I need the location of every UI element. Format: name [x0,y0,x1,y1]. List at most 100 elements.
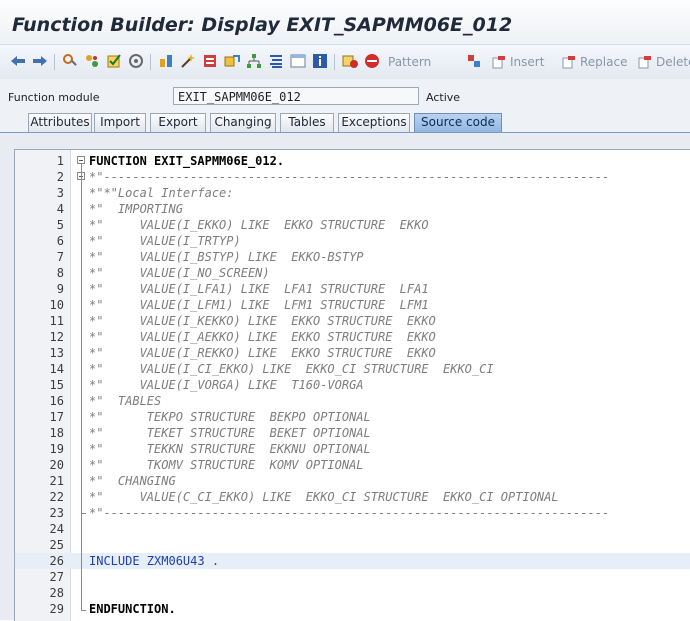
tab-export[interactable]: Export [150,113,206,132]
insert-button[interactable]: Insert [492,53,544,71]
tab-source-code[interactable]: Source code [414,113,502,132]
back-arrow-icon[interactable] [10,53,26,69]
code-text: *" VALUE(I_NO_SCREEN) [89,266,270,280]
code-line[interactable]: 19 *" TEKKN STRUCTURE EKKNU OPTIONAL [15,441,690,457]
replace-button-label: Replace [580,55,628,69]
line-number: 21 [49,474,64,488]
code-line[interactable]: 21 *" CHANGING [15,473,690,489]
code-line[interactable]: 3 *"*"Local Interface: [15,185,690,201]
code-line[interactable]: 17 *" TEKPO STRUCTURE BEKPO OPTIONAL [15,409,690,425]
activate-icon[interactable] [128,53,144,69]
code-line[interactable]: 9 *" VALUE(I_LFA1) LIKE LFA1 STRUCTURE LF… [15,281,690,297]
delete-button-label: Delete [656,55,690,69]
tab-exceptions[interactable]: Exceptions [338,113,410,132]
forward-arrow-icon[interactable] [32,53,48,69]
source-code-editor[interactable]: 1 FUNCTION EXIT_SAPMM06E_012. 2 *"---------… [14,149,690,621]
code-line[interactable]: 1 FUNCTION EXIT_SAPMM06E_012. [15,153,690,169]
code-text: *" VALUE(C_CI_EKKO) LIKE EKKO_CI STRUCTU… [89,490,559,504]
code-text: *" TABLES [89,394,162,408]
code-text: *" VALUE(I_TRTYP) [89,234,241,248]
code-text: INCLUDE ZXM06U43 . [89,554,220,568]
stop-breakpoint-icon[interactable] [364,53,380,69]
code-text: ENDFUNCTION. [89,602,176,616]
code-line[interactable]: 13 *" VALUE(I_REKKO) LIKE EKKO STRUCTURE … [15,345,690,361]
code-line[interactable]: 8 *" VALUE(I_NO_SCREEN) [15,265,690,281]
code-text: *" VALUE(I_LFA1) LIKE LFA1 STRUCTURE LFA… [89,282,429,296]
code-text: *" IMPORTING [89,202,183,216]
code-line[interactable]: 22 *" VALUE(C_CI_EKKO) LIKE EKKO_CI STRUC… [15,489,690,505]
code-text: *" VALUE(I_REKKO) LIKE EKKO STRUCTURE EK… [89,346,436,360]
code-line[interactable]: 6 *" VALUE(I_TRTYP) [15,233,690,249]
code-line[interactable]: 28 [15,585,690,601]
code-line[interactable]: 10 *" VALUE(I_LFM1) LIKE LFM1 STRUCTURE L… [15,297,690,313]
tab-tables[interactable]: Tables [280,113,334,132]
code-line[interactable]: 12 *" VALUE(I_AEKKO) LIKE EKKO STRUCTURE … [15,329,690,345]
magic-wand-icon[interactable] [180,53,196,69]
code-line[interactable]: 20 *" TKOMV STRUCTURE KOMV OPTIONAL [15,457,690,473]
other-object-icon[interactable] [84,53,100,69]
application-toolbar: Pattern Insert Replace Delete [0,44,690,80]
line-number: 16 [49,394,64,408]
tab-changing[interactable]: Changing [210,113,276,132]
pattern-button-label: Pattern [388,55,432,69]
fold-guide-end [81,610,86,611]
navigation-window-icon[interactable] [224,53,240,69]
info-icon[interactable] [312,53,328,69]
check-icon[interactable] [106,53,122,69]
line-number: 1 [56,154,64,168]
pattern-button[interactable]: Pattern [388,53,431,71]
line-number: 7 [56,250,64,264]
window-title: Function Builder: Display EXIT_SAPMM06E_… [12,14,513,36]
line-number: 14 [49,362,64,376]
replace-button[interactable]: Replace [562,53,627,71]
cut-icon[interactable] [466,53,482,69]
fold-guide-end [81,513,86,514]
line-number: 2 [56,170,64,184]
line-number: 19 [49,442,64,456]
code-text: *" TEKKN STRUCTURE EKKNU OPTIONAL [89,442,371,456]
status-text: Active [426,91,461,104]
fold-guide-line [81,164,82,610]
display-change-icon[interactable] [62,53,78,69]
function-module-input[interactable]: EXIT_SAPMM06E_012 [173,87,419,105]
display-object-list-icon[interactable] [202,53,218,69]
code-text: *" VALUE(I_CI_EKKO) LIKE EKKO_CI STRUCTU… [89,362,494,376]
tab-import[interactable]: Import [94,113,146,132]
function-module-row: Function module EXIT_SAPMM06E_012 Active [0,79,690,109]
code-line[interactable]: 27 [15,569,690,585]
code-line[interactable]: 4 *" IMPORTING [15,201,690,217]
line-number: 11 [49,314,64,328]
code-text: *"--------------------------------------… [89,506,610,520]
pretty-printer-icon[interactable] [268,53,284,69]
fold-collapse-icon[interactable] [77,156,85,164]
set-breakpoint-icon[interactable] [342,53,358,69]
code-line[interactable]: 29 ENDFUNCTION. [15,601,690,617]
code-text: *" VALUE(I_LFM1) LIKE LFM1 STRUCTURE LFM… [89,298,429,312]
code-line[interactable]: 15 *" VALUE(I_VORGA) LIKE T160-VORGA [15,377,690,393]
code-line[interactable]: 24 [15,521,690,537]
code-line[interactable]: 5 *" VALUE(I_EKKO) LIKE EKKO STRUCTURE EK… [15,217,690,233]
code-line[interactable]: 25 [15,537,690,553]
code-line[interactable]: 16 *" TABLES [15,393,690,409]
line-number: 27 [49,570,64,584]
fullscreen-editor-icon[interactable] [290,53,306,69]
code-line[interactable]: 7 *" VALUE(I_BSTYP) LIKE EKKO-BSTYP [15,249,690,265]
line-number: 12 [49,330,64,344]
title-bar: Function Builder: Display EXIT_SAPMM06E_… [0,0,690,44]
insert-button-label: Insert [510,55,545,69]
line-number: 5 [56,218,64,232]
code-text: *" TKOMV STRUCTURE KOMV OPTIONAL [89,458,364,472]
line-number: 24 [49,522,64,536]
hierarchy-icon[interactable] [246,53,262,69]
delete-button[interactable]: Delete [638,53,690,71]
where-used-icon[interactable] [158,53,174,69]
code-line[interactable]: 18 *" TEKET STRUCTURE BEKET OPTIONAL [15,425,690,441]
tab-attributes[interactable]: Attributes [28,113,92,132]
code-line[interactable]: 2 *"-------------------------------------… [15,169,690,185]
line-number: 3 [56,186,64,200]
line-number: 26 [49,554,64,568]
code-line[interactable]: 26 INCLUDE ZXM06U43 . [15,553,690,569]
code-line[interactable]: 14 *" VALUE(I_CI_EKKO) LIKE EKKO_CI STRUC… [15,361,690,377]
code-line[interactable]: 23 *"------------------------------------… [15,505,690,521]
code-line[interactable]: 11 *" VALUE(I_KEKKO) LIKE EKKO STRUCTURE … [15,313,690,329]
